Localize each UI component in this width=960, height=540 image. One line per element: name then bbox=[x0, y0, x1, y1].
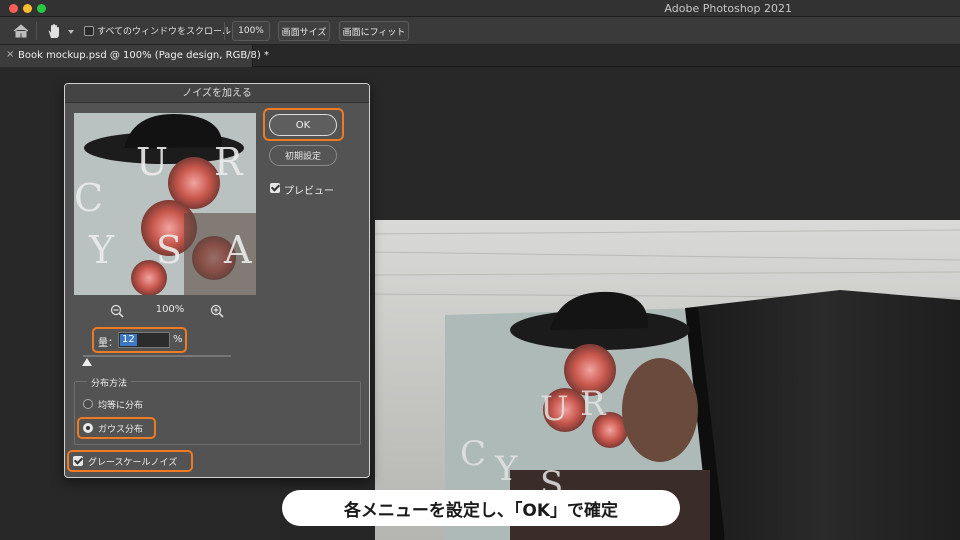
distribution-label: 分布方法 bbox=[87, 376, 132, 389]
preview-zoom-controls: 100% bbox=[74, 303, 256, 319]
monochromatic-label: グレースケールノイズ bbox=[88, 458, 178, 468]
hand-icon bbox=[48, 24, 59, 38]
svg-text:U: U bbox=[540, 389, 569, 429]
gaussian-label: ガウス分布 bbox=[98, 425, 144, 435]
svg-text:Y: Y bbox=[494, 449, 518, 489]
gaussian-radio[interactable] bbox=[83, 423, 93, 433]
amount-slider-thumb[interactable] bbox=[82, 358, 93, 366]
dialog-title: ノイズを加える bbox=[65, 84, 369, 103]
svg-text:R: R bbox=[580, 384, 607, 424]
svg-text:S: S bbox=[156, 228, 182, 272]
preview-image: U R C Y S A bbox=[74, 113, 256, 295]
preview-label: プレビュー bbox=[284, 186, 334, 197]
fill-screen-button[interactable]: 画面にフィット bbox=[339, 21, 409, 41]
uniform-label: 均等に分布 bbox=[98, 401, 144, 411]
svg-text:C: C bbox=[74, 176, 103, 220]
chevron-down-icon[interactable] bbox=[68, 30, 74, 34]
svg-text:C: C bbox=[460, 434, 486, 474]
minimize-window-button[interactable] bbox=[23, 4, 32, 13]
fit-screen-button[interactable]: 画面サイズ bbox=[278, 21, 330, 41]
amount-value: 12 bbox=[120, 334, 137, 346]
zoom-in-button[interactable] bbox=[210, 303, 224, 318]
home-icon bbox=[13, 24, 29, 38]
ok-button[interactable]: OK bbox=[269, 114, 337, 136]
separator bbox=[224, 22, 225, 40]
svg-text:A: A bbox=[223, 228, 252, 272]
svg-text:R: R bbox=[214, 140, 244, 184]
hand-tool-button[interactable] bbox=[44, 21, 64, 41]
document-tab[interactable]: × Book mockup.psd @ 100% (Page design, R… bbox=[0, 45, 269, 67]
zoom-out-icon bbox=[110, 304, 124, 318]
home-button[interactable] bbox=[10, 22, 32, 40]
svg-text:Y: Y bbox=[88, 228, 115, 272]
reset-button[interactable]: 初期設定 bbox=[269, 145, 337, 166]
document-tab-bar: × Book mockup.psd @ 100% (Page design, R… bbox=[0, 45, 960, 67]
amount-input[interactable]: 12 bbox=[118, 332, 170, 348]
add-noise-dialog: ノイズを加える U R C Y S A 100% OK 初期設定 プレビュー 量… bbox=[64, 83, 370, 478]
monochromatic-checkbox[interactable] bbox=[73, 456, 83, 466]
amount-label: 量： bbox=[98, 338, 118, 349]
title-bar: Adobe Photoshop 2021 bbox=[0, 0, 960, 17]
close-window-button[interactable] bbox=[9, 4, 18, 13]
uniform-radio[interactable] bbox=[83, 399, 93, 409]
zoom-in-icon bbox=[210, 304, 224, 318]
app-title: Adobe Photoshop 2021 bbox=[664, 2, 792, 15]
noise-preview[interactable]: U R C Y S A bbox=[74, 113, 256, 295]
zoom-out-button[interactable] bbox=[110, 303, 124, 318]
preview-checkbox[interactable] bbox=[270, 183, 280, 193]
amount-slider-track[interactable] bbox=[83, 355, 231, 357]
amount-unit: % bbox=[173, 334, 183, 345]
document-tab-title: Book mockup.psd @ 100% (Page design, RGB… bbox=[18, 50, 269, 61]
scroll-all-windows-checkbox[interactable] bbox=[84, 26, 94, 36]
zoom-window-button[interactable] bbox=[37, 4, 46, 13]
separator bbox=[36, 22, 37, 40]
close-icon[interactable]: × bbox=[6, 49, 14, 60]
instruction-caption: 各メニューを設定し、「OK」で確定 bbox=[282, 490, 680, 526]
svg-text:U: U bbox=[136, 140, 168, 184]
options-bar: すべてのウィンドウをスクロール 100% 画面サイズ 画面にフィット bbox=[0, 17, 960, 45]
zoom-100-button[interactable]: 100% bbox=[232, 21, 270, 41]
scroll-all-windows-label: すべてのウィンドウをスクロール bbox=[97, 27, 232, 37]
preview-zoom-level: 100% bbox=[155, 304, 185, 315]
